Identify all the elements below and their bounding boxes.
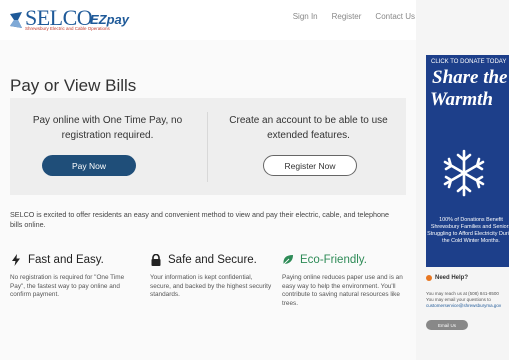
logo[interactable]: SELCO EZpay Shrewsbury Electric and Cabl… <box>8 6 148 34</box>
help-section: Need Help? You may reach us at (508) 841… <box>426 275 509 330</box>
feature-eco: Eco-Friendly. Paying online reduces pape… <box>282 252 407 308</box>
one-time-pay-column: Pay online with One Time Pay, no registr… <box>10 98 205 195</box>
sidebar: CLICK TO DONATE TODAY Share the Warmth 1… <box>416 0 509 360</box>
page-title: Pay or View Bills <box>10 76 137 95</box>
feature-title: Fast and Easy. <box>28 254 104 266</box>
feature-body: No registration is required for "One Tim… <box>10 274 125 299</box>
logo-ezpay: EZpay <box>90 12 130 27</box>
banner-warmth-text: Warmth <box>430 89 494 110</box>
nav-contact-us[interactable]: Contact Us <box>375 12 415 21</box>
nav-sign-in[interactable]: Sign In <box>293 12 318 21</box>
panel-divider <box>207 112 208 182</box>
lightning-icon <box>12 254 20 266</box>
email-us-button[interactable]: Email Us <box>426 320 468 330</box>
register-column: Create an account to be able to use exte… <box>211 98 406 195</box>
nav-register[interactable]: Register <box>332 12 362 21</box>
payment-options-panel: Pay online with One Time Pay, no registr… <box>10 98 406 195</box>
help-icon <box>426 275 432 281</box>
help-email-link[interactable]: customerservice@shrewsburyma.gov <box>426 303 509 309</box>
snowflake-icon <box>443 149 485 197</box>
top-nav: Sign In Register Contact Us <box>279 12 415 21</box>
help-text: You may reach us at (508) 841-8500 You m… <box>426 291 509 309</box>
pay-now-button[interactable]: Pay Now <box>42 155 136 176</box>
help-title: Need Help? <box>435 275 469 281</box>
lock-icon <box>151 254 161 266</box>
logo-tagline: Shrewsbury Electric and Cable Operations <box>25 26 110 31</box>
leaf-icon <box>282 255 293 266</box>
feature-fast: Fast and Easy. No registration is requir… <box>10 252 135 300</box>
register-description: Create an account to be able to use exte… <box>229 115 388 141</box>
feature-title: Eco-Friendly. <box>300 254 367 266</box>
feature-title: Safe and Secure. <box>168 254 257 266</box>
banner-share-text: Share the <box>432 67 508 88</box>
banner-description: 100% of Donations Benefit Shrewsbury Fam… <box>427 217 509 244</box>
feature-body: Paying online reduces paper use and is a… <box>282 274 403 307</box>
feature-body: Your information is kept confidential, s… <box>150 274 272 299</box>
main-content: Pay or View Bills Pay online with One Ti… <box>0 40 416 360</box>
banner-click-text: CLICK TO DONATE TODAY <box>431 59 507 65</box>
register-now-button[interactable]: Register Now <box>263 155 357 176</box>
pay-description: Pay online with One Time Pay, no registr… <box>32 115 183 141</box>
intro-text: SELCO is excited to offer residents an e… <box>10 210 390 229</box>
donate-banner[interactable]: CLICK TO DONATE TODAY Share the Warmth 1… <box>426 55 509 267</box>
selco-logo-icon <box>10 12 22 28</box>
feature-secure: Safe and Secure. Your information is kep… <box>150 252 275 300</box>
